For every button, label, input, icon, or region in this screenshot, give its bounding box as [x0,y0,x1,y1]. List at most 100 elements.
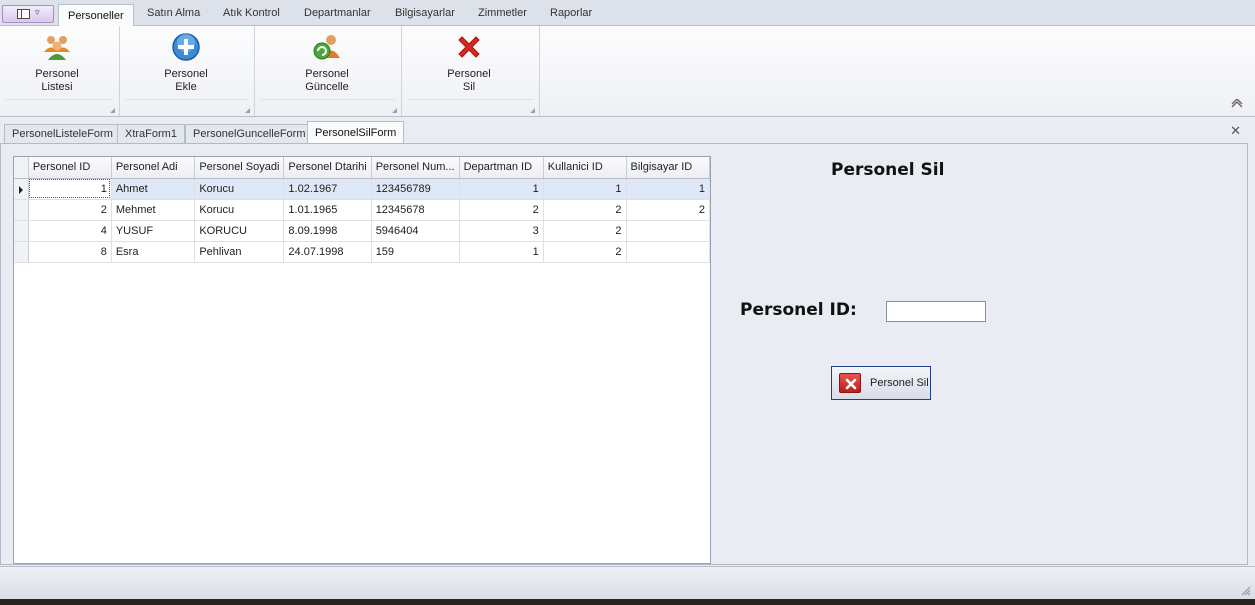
delete-x-icon [839,373,861,393]
ribbon-tab-strip: ▿ Personeller Satın Alma Atık Kontrol De… [0,0,1255,27]
table-row[interactable]: 1 Ahmet Korucu 1.02.1967 123456789 1 1 1 [14,178,710,200]
group-launcher-icon[interactable] [530,108,535,113]
table-cell[interactable]: 4 [28,220,112,242]
column-header[interactable]: Personel Num... [371,157,460,179]
status-bar [0,566,1255,599]
current-row-arrow-icon [19,185,23,194]
table-cell[interactable]: Esra [111,241,196,263]
table-cell[interactable]: Korucu [194,178,285,200]
personel-ekle-label: Personel Ekle [164,68,208,93]
tab-bilgisayarlar[interactable]: Bilgisayarlar [395,7,455,19]
doc-tab-personel-sil[interactable]: PersonelSilForm [307,121,405,143]
table-row[interactable]: 4 YUSUF KORUCU 8.09.1998 5946404 3 2 [14,220,710,242]
doc-tab-xtraform1[interactable]: XtraForm1 [117,124,185,143]
personel-sil-button[interactable]: Personel Sil [831,366,931,400]
table-cell[interactable]: 8.09.1998 [283,220,372,242]
table-cell[interactable]: 159 [371,241,460,263]
table-cell[interactable]: 5946404 [371,220,460,242]
row-indicator[interactable] [14,220,29,242]
table-cell[interactable]: 1 [28,178,112,200]
group-launcher-icon[interactable] [245,108,250,113]
table-cell[interactable]: Mehmet [111,199,196,221]
personel-sil-button-label: Personel Sil [870,377,929,389]
table-row[interactable]: 2 Mehmet Korucu 1.01.1965 12345678 2 2 2 [14,199,710,221]
doc-tab-personel-guncelle[interactable]: PersonelGuncelleForm [185,124,314,143]
personel-listesi-label: Personel Listesi [35,68,79,93]
resize-grip-icon[interactable] [1241,586,1251,596]
tab-personeller[interactable]: Personeller [58,4,134,27]
ribbon-group-listesi: Personel Listesi [0,26,120,116]
row-indicator[interactable] [14,199,29,221]
table-cell[interactable]: 2 [28,199,112,221]
column-header[interactable]: Kullanici ID [543,157,627,179]
table-cell[interactable] [626,220,710,242]
group-launcher-icon[interactable] [392,108,397,113]
table-cell[interactable]: 8 [28,241,112,263]
column-header[interactable]: Personel Dtarihi [283,157,372,179]
table-cell[interactable]: Korucu [194,199,285,221]
application-menu-button[interactable]: ▿ [2,5,54,23]
personel-id-label: Personel ID: [740,300,857,320]
personel-table: Personel ID Personel Adi Personel Soyadi… [14,157,710,263]
table-cell[interactable]: YUSUF [111,220,196,242]
ribbon-group-ekle: Personel Ekle [120,26,255,116]
table-cell[interactable]: 1.02.1967 [283,178,372,200]
collapse-ribbon-icon[interactable] [1231,99,1243,109]
tab-atik-kontrol[interactable]: Atık Kontrol [223,7,280,19]
table-cell[interactable]: 12345678 [371,199,460,221]
table-cell[interactable]: 123456789 [371,178,460,200]
table-cell[interactable] [626,241,710,263]
table-cell[interactable]: 1 [459,241,544,263]
column-header[interactable]: Departman ID [459,157,544,179]
table-cell[interactable]: Ahmet [111,178,196,200]
column-header[interactable]: Personel ID [28,157,112,179]
group-launcher-icon[interactable] [110,108,115,113]
tab-departmanlar[interactable]: Departmanlar [304,7,371,19]
table-cell[interactable]: 1 [626,178,710,200]
page-title: Personel Sil [831,160,945,180]
tab-zimmetler[interactable]: Zimmetler [478,7,527,19]
table-cell[interactable]: 1.01.1965 [283,199,372,221]
table-cell[interactable]: 2 [543,220,627,242]
ribbon-group-guncelle: Personel Güncelle [255,26,402,116]
user-refresh-icon [313,35,340,60]
ribbon-group-sil: Personel Sil [402,26,540,116]
plus-circle-icon [172,33,200,61]
personel-id-input[interactable] [886,301,986,322]
personel-sil-ribbon-label: Personel Sil [447,68,491,93]
personel-guncelle-label: Personel Güncelle [305,68,349,93]
column-header[interactable]: Personel Soyadi [194,157,285,179]
table-cell[interactable]: 1 [459,178,544,200]
personel-grid[interactable]: Personel ID Personel Adi Personel Soyadi… [13,156,711,564]
chevron-down-icon: ▿ [35,7,40,17]
table-cell[interactable]: 1 [543,178,627,200]
personel-sil-ribbon-button[interactable]: Personel Sil [423,26,515,98]
table-cell[interactable]: 3 [459,220,544,242]
close-icon[interactable]: ✕ [1230,123,1241,139]
table-cell[interactable]: Pehlivan [194,241,285,263]
tab-raporlar[interactable]: Raporlar [550,7,592,19]
table-cell[interactable]: KORUCU [194,220,285,242]
table-row[interactable]: 8 Esra Pehlivan 24.07.1998 159 1 2 [14,241,710,263]
doc-tab-personel-listele[interactable]: PersonelListeleForm [4,124,121,143]
table-cell[interactable]: 2 [626,199,710,221]
personel-listesi-button[interactable]: Personel Listesi [12,26,102,98]
table-cell[interactable]: 2 [459,199,544,221]
tab-satin-alma[interactable]: Satın Alma [147,7,200,19]
column-header[interactable]: Bilgisayar ID [626,157,710,179]
column-header[interactable]: Personel Adi [111,157,196,179]
personel-sil-form: Personel ID Personel Adi Personel Soyadi… [0,143,1248,565]
personel-ekle-button[interactable]: Personel Ekle [140,26,232,98]
row-indicator[interactable] [14,241,29,263]
personel-guncelle-button[interactable]: Personel Güncelle [281,26,373,98]
desktop-background-strip [0,599,1255,605]
table-cell[interactable]: 2 [543,199,627,221]
row-indicator-header [14,157,29,179]
document-tab-strip: PersonelListeleForm XtraForm1 PersonelGu… [0,118,1255,144]
table-cell[interactable]: 2 [543,241,627,263]
app-menu-icon [17,9,30,19]
row-indicator[interactable] [14,178,29,200]
table-cell[interactable]: 24.07.1998 [283,241,372,263]
ribbon-panel: Personel Listesi Personel Ekle Personel … [0,26,1255,117]
delete-x-icon [458,36,480,58]
